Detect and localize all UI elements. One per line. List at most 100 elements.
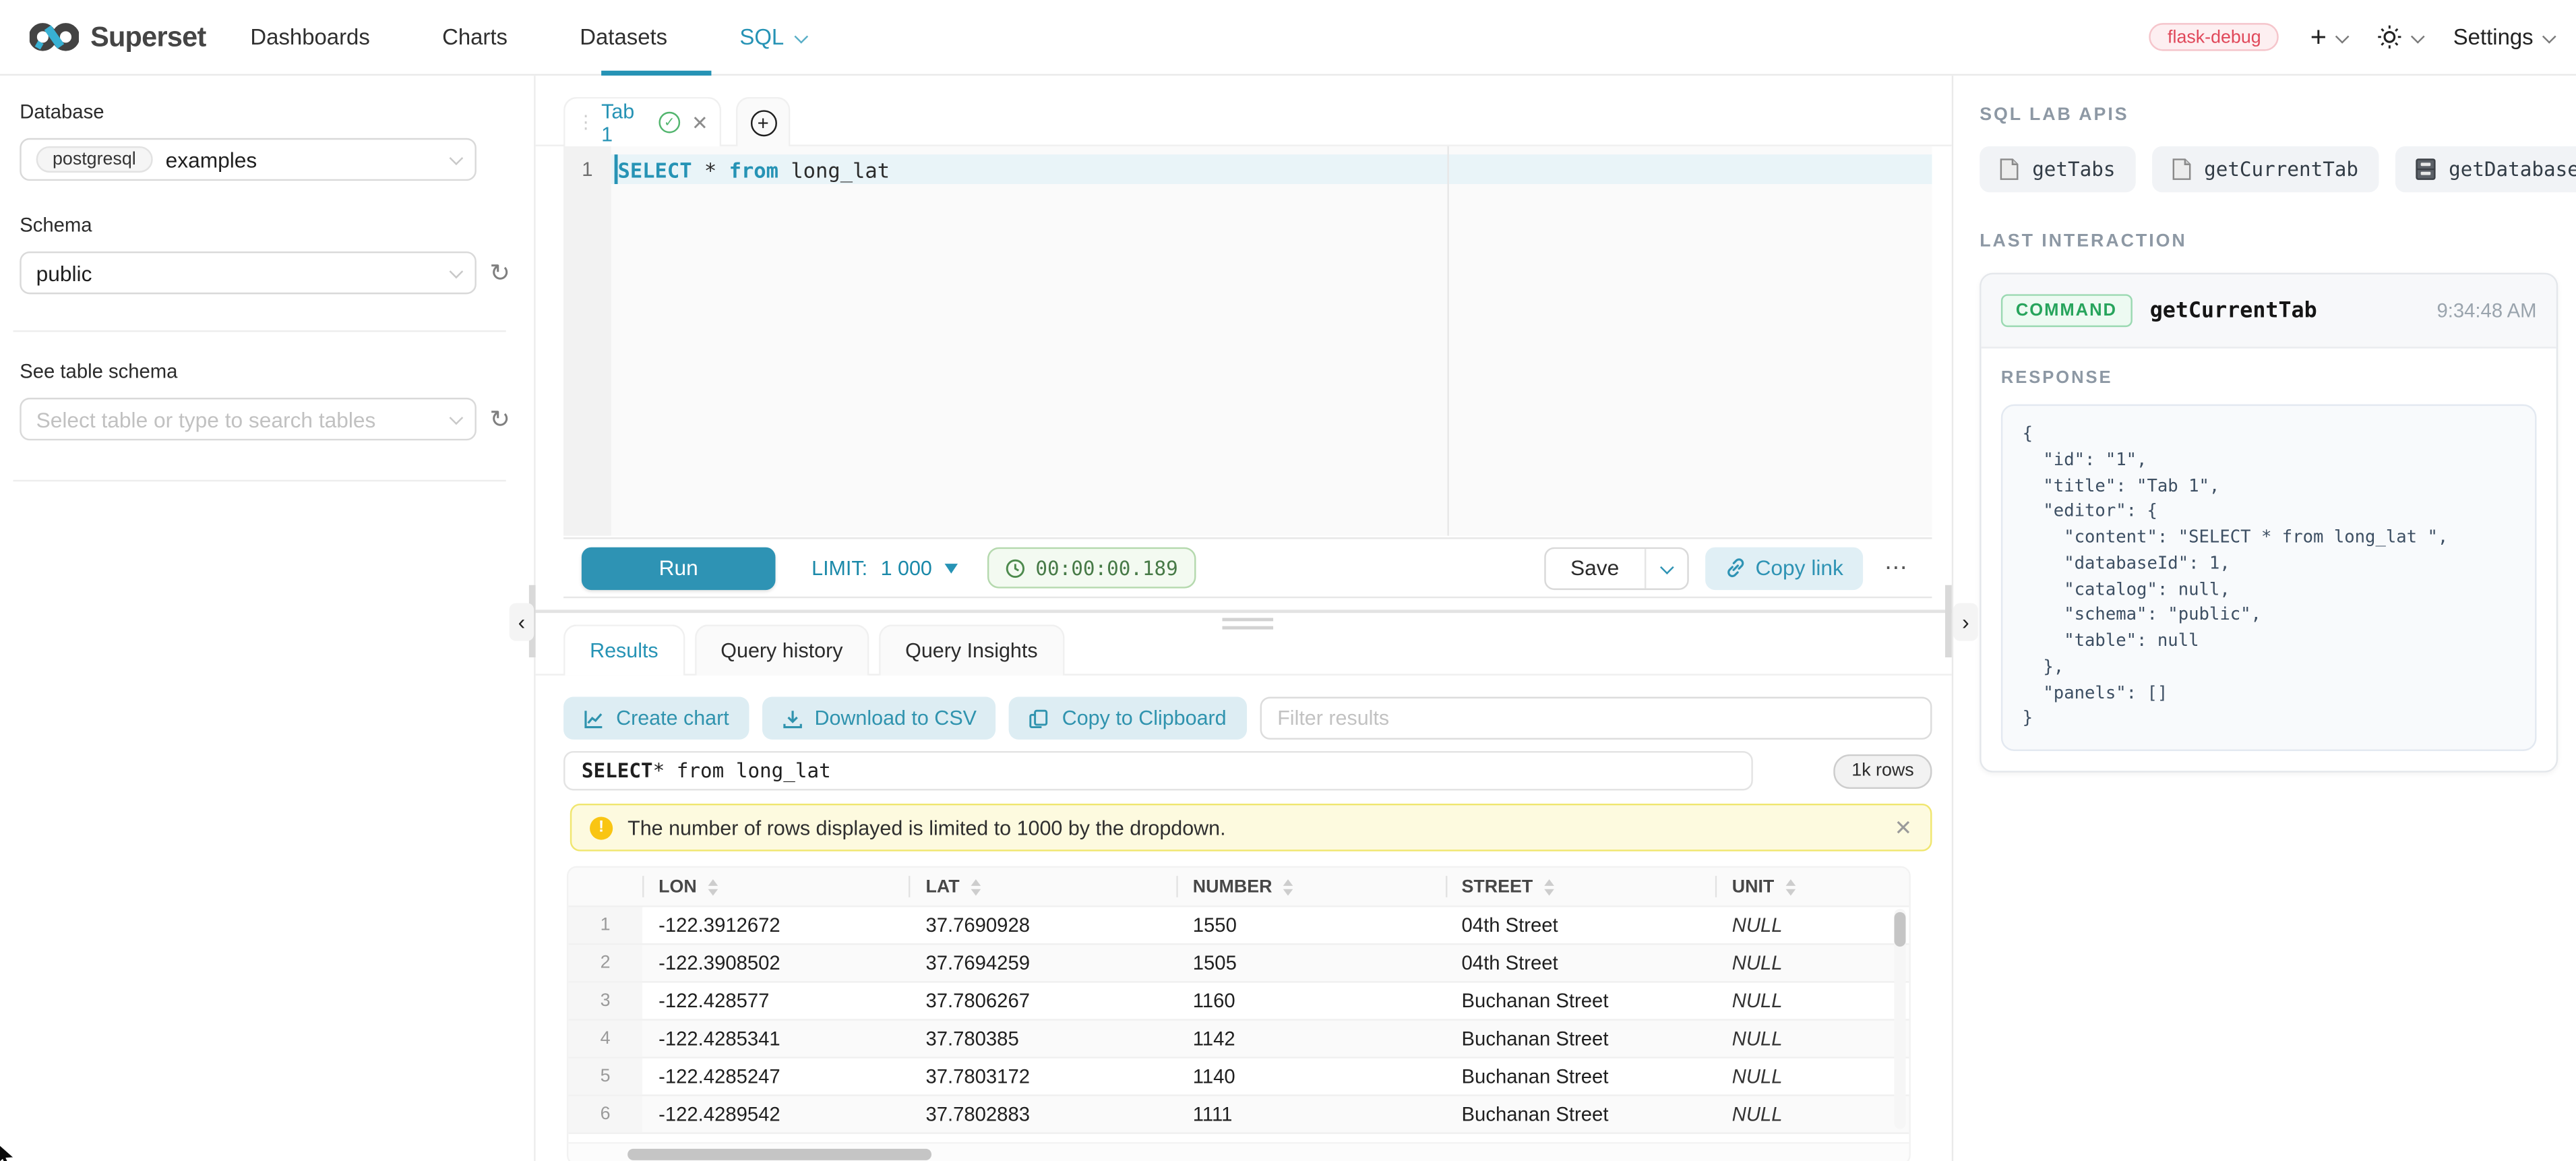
limit-label: LIMIT: <box>811 556 867 579</box>
table-select[interactable]: Select table or type to search tables <box>20 398 477 440</box>
collapse-right-panel-button[interactable]: › <box>1953 603 1978 641</box>
divider-grip-icon[interactable] <box>1223 618 1274 634</box>
download-csv-label: Download to CSV <box>814 707 977 730</box>
drag-handle-icon[interactable]: ⋮ <box>577 112 593 133</box>
column-header-number[interactable]: NUMBER <box>1176 868 1445 905</box>
editor-gutter: 1 <box>563 146 611 536</box>
sql-keyword: SELECT <box>618 158 692 183</box>
editor-results-divider[interactable] <box>536 609 1952 613</box>
sql-text: long_lat <box>778 158 890 183</box>
close-warning-icon[interactable]: ✕ <box>1895 814 1913 841</box>
api-gettabs-button[interactable]: getTabs <box>1980 146 2135 192</box>
api-getdatabases-button[interactable]: getDatabases <box>2395 146 2576 192</box>
download-csv-button[interactable]: Download to CSV <box>762 697 996 740</box>
chevron-down-icon <box>450 265 464 279</box>
editor-code-area[interactable]: SELECT * from long_lat <box>611 146 1932 536</box>
row-number-header <box>568 868 642 905</box>
column-header-lon[interactable]: LON <box>642 868 909 905</box>
refresh-tables-icon[interactable]: ↻ <box>489 407 510 431</box>
filter-results-input[interactable] <box>1259 697 1932 740</box>
results-table: LON LAT NUMBER STREET UNIT <box>567 866 1911 1161</box>
sort-icon[interactable] <box>1785 879 1796 895</box>
nav-item-sql[interactable]: SQL <box>739 25 805 50</box>
tab-query-history[interactable]: Query history <box>694 624 869 676</box>
sort-icon[interactable] <box>971 879 981 895</box>
command-name: getCurrentTab <box>2150 298 2317 323</box>
sql-text: * <box>692 158 729 183</box>
schema-select[interactable]: public <box>20 251 477 294</box>
query-tab-1[interactable]: ⋮ Tab 1 ✓ ✕ <box>563 97 721 146</box>
copy-link-label: Copy link <box>1756 556 1843 580</box>
nav-item-dashboards[interactable]: Dashboards <box>250 25 369 50</box>
cell-lat: 37.7802883 <box>909 1096 1176 1133</box>
cabinet-icon <box>2414 158 2436 181</box>
new-item-menu[interactable]: + <box>2310 23 2346 51</box>
chevron-down-icon <box>795 29 809 43</box>
cell-street: 04th Street <box>1445 945 1715 982</box>
column-header-street[interactable]: STREET <box>1445 868 1715 905</box>
executed-query-preview[interactable]: SELECT * from long_lat <box>563 751 1753 791</box>
nav-item-charts[interactable]: Charts <box>442 25 508 50</box>
sort-icon[interactable] <box>1284 879 1294 895</box>
sort-icon[interactable] <box>1544 879 1554 895</box>
cell-lon: -122.428577 <box>642 983 909 1019</box>
clock-icon <box>1006 558 1026 578</box>
table-row[interactable]: 5 -122.4285247 37.7803172 1140 Buchanan … <box>568 1056 1909 1094</box>
column-label: NUMBER <box>1193 876 1272 896</box>
collapse-left-panel-button[interactable]: ‹ <box>510 603 534 641</box>
create-chart-button[interactable]: Create chart <box>563 697 749 740</box>
add-tab-button[interactable]: + <box>736 97 790 146</box>
cell-lon: -122.4285341 <box>642 1021 909 1057</box>
cell-lon: -122.3908502 <box>642 945 909 982</box>
right-panel-resize-handle[interactable] <box>1945 585 1952 657</box>
table-row[interactable]: 1 -122.3912672 37.7690928 1550 04th Stre… <box>568 905 1909 943</box>
run-query-button[interactable]: Run <box>582 546 776 589</box>
close-tab-icon[interactable]: ✕ <box>692 111 708 134</box>
horizontal-scrollbar[interactable] <box>568 1142 1909 1161</box>
chevron-down-icon <box>2335 29 2350 43</box>
settings-label: Settings <box>2453 25 2534 50</box>
cell-street: Buchanan Street <box>1445 983 1715 1019</box>
database-select[interactable]: postgresql examples <box>20 138 477 181</box>
table-row[interactable]: 6 -122.4289542 37.7802883 1111 Buchanan … <box>568 1094 1909 1132</box>
top-navbar: Superset Dashboards Charts Datasets SQL … <box>0 0 2576 76</box>
refresh-schemas-icon[interactable]: ↻ <box>489 260 510 285</box>
limit-dropdown[interactable]: LIMIT: 1 000 <box>811 556 958 579</box>
column-header-unit[interactable]: UNIT <box>1715 868 1909 905</box>
row-number: 5 <box>568 1059 642 1095</box>
tab-query-insights[interactable]: Query Insights <box>879 624 1064 676</box>
caret-down-icon <box>945 563 958 573</box>
sidebar-divider <box>13 330 506 332</box>
text-cursor <box>615 154 617 184</box>
save-button[interactable]: Save <box>1545 548 1643 588</box>
column-header-lat[interactable]: LAT <box>909 868 1176 905</box>
theme-menu[interactable] <box>2378 25 2422 50</box>
table-row[interactable]: 4 -122.4285341 37.780385 1142 Buchanan S… <box>568 1019 1909 1056</box>
row-number: 1 <box>568 907 642 944</box>
table-row[interactable]: 2 -122.3908502 37.7694259 1505 04th Stre… <box>568 943 1909 981</box>
copy-to-clipboard-button[interactable]: Copy to Clipboard <box>1010 697 1246 740</box>
vertical-scrollbar-thumb[interactable] <box>1894 912 1905 947</box>
sql-statement: SELECT * from long_lat <box>618 158 890 183</box>
tab-results[interactable]: Results <box>563 624 685 676</box>
cell-lon: -122.3912672 <box>642 907 909 944</box>
table-row[interactable]: 3 -122.428577 37.7806267 1160 Buchanan S… <box>568 981 1909 1019</box>
tab-title: Tab 1 <box>601 99 650 145</box>
more-actions-button[interactable]: ⋯ <box>1880 554 1914 581</box>
save-split-button[interactable]: Save <box>1544 546 1688 589</box>
results-actions-row: Create chart Download to CSV Copy to Cli… <box>563 697 1932 740</box>
copy-link-button[interactable]: Copy link <box>1705 546 1863 589</box>
cell-lon: -122.4289542 <box>642 1096 909 1133</box>
sqllab-left-sidebar: Database postgresql examples Schema publ… <box>0 76 536 1161</box>
environment-badge: flask-debug <box>2149 23 2279 51</box>
save-options-button[interactable] <box>1645 548 1686 588</box>
superset-logo[interactable]: Superset <box>30 20 206 53</box>
api-getcurrenttab-button[interactable]: getCurrentTab <box>2151 146 2378 192</box>
file-icon <box>1999 158 2019 181</box>
horizontal-scrollbar-thumb[interactable] <box>627 1148 931 1160</box>
settings-menu[interactable]: Settings <box>2453 25 2553 50</box>
nav-item-datasets[interactable]: Datasets <box>580 25 667 50</box>
sql-editor[interactable]: 1 SELECT * from long_lat <box>563 146 1932 536</box>
sqllab-apis-panel: SQL LAB APIS getTabs getCurrentTab <box>1952 76 2576 1161</box>
sort-icon[interactable] <box>708 879 718 895</box>
